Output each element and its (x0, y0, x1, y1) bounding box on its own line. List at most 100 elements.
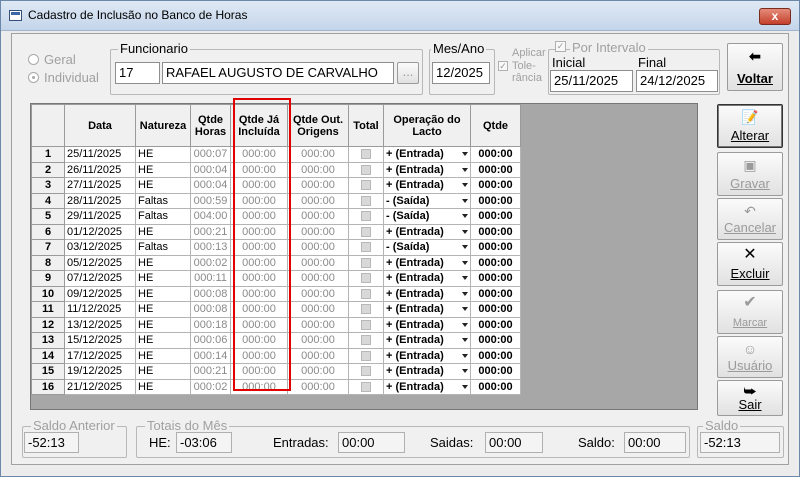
excluir-button[interactable]: ✕ Excluir (717, 242, 783, 286)
cell-qtde[interactable]: 000:00 (470, 223, 521, 240)
cell-qtde-horas[interactable]: 000:13 (190, 239, 231, 256)
cell-qtde-horas[interactable]: 000:08 (190, 285, 231, 302)
cell-qtde-out-origens[interactable]: 000:00 (287, 363, 349, 380)
chevron-down-icon[interactable] (462, 322, 468, 327)
cell-natureza[interactable]: HE (135, 347, 191, 364)
total-checkbox[interactable] (361, 257, 371, 268)
cell-natureza[interactable]: HE (135, 363, 191, 380)
chevron-down-icon[interactable] (462, 152, 468, 156)
cell-natureza[interactable]: HE (135, 285, 191, 302)
cell-qtde-out-origens[interactable]: 000:00 (287, 254, 349, 271)
cell-qtde[interactable]: 000:00 (470, 347, 521, 364)
cell-operacao-select[interactable]: + (Entrada) (383, 347, 471, 364)
chevron-down-icon[interactable] (462, 245, 468, 249)
cell-qtde-horas[interactable]: 000:04 (190, 161, 231, 178)
mes-ano-field[interactable]: 12/2025 (432, 62, 490, 84)
cell-qtde-out-origens[interactable]: 000:00 (287, 347, 349, 364)
intervalo-checkbox[interactable]: ✓ (555, 41, 566, 52)
total-checkbox[interactable] (361, 335, 371, 346)
alterar-button[interactable]: 📝 Alterar (717, 104, 783, 148)
cell-total-checkbox[interactable] (348, 161, 384, 178)
cell-natureza[interactable]: Faltas (135, 192, 191, 209)
cell-data[interactable]: 21/12/2025 (64, 378, 136, 395)
cell-qtde-out-origens[interactable]: 000:00 (287, 239, 349, 256)
cell-natureza[interactable]: HE (135, 332, 191, 349)
cell-qtde-horas[interactable]: 000:21 (190, 223, 231, 240)
cell-qtde[interactable]: 000:00 (470, 301, 521, 318)
cell-qtde[interactable]: 000:00 (470, 208, 521, 225)
cell-qtde[interactable]: 000:00 (470, 254, 521, 271)
cell-total-checkbox[interactable] (348, 285, 384, 302)
voltar-button[interactable]: ⬅ Voltar (727, 43, 783, 91)
cell-qtde-horas[interactable]: 000:06 (190, 332, 231, 349)
col-operacao-header[interactable]: Operação do Lacto (383, 104, 471, 147)
cell-total-checkbox[interactable] (348, 332, 384, 349)
cell-qtde-horas[interactable]: 000:14 (190, 347, 231, 364)
cell-qtde-out-origens[interactable]: 000:00 (287, 270, 349, 287)
chevron-down-icon[interactable] (462, 369, 468, 373)
cell-natureza[interactable]: Faltas (135, 239, 191, 256)
cell-qtde[interactable]: 000:00 (470, 161, 521, 178)
usuario-button[interactable]: ☺ Usuário (717, 336, 783, 378)
cell-data[interactable]: 01/12/2025 (64, 223, 136, 240)
cell-qtde-out-origens[interactable]: 000:00 (287, 378, 349, 395)
cell-total-checkbox[interactable] (348, 223, 384, 240)
cell-natureza[interactable]: HE (135, 146, 191, 163)
total-checkbox[interactable] (361, 288, 371, 299)
cell-operacao-select[interactable]: + (Entrada) (383, 177, 471, 194)
total-checkbox[interactable] (361, 226, 371, 237)
chevron-down-icon[interactable] (462, 214, 468, 218)
chevron-down-icon[interactable] (462, 229, 468, 234)
cell-total-checkbox[interactable] (348, 208, 384, 225)
cell-qtde-out-origens[interactable]: 000:00 (287, 316, 349, 333)
cell-qtde[interactable]: 000:00 (470, 177, 521, 194)
cell-qtde-horas[interactable]: 004:00 (190, 208, 231, 225)
total-checkbox[interactable] (361, 319, 371, 330)
cell-qtde-out-origens[interactable]: 000:00 (287, 177, 349, 194)
gravar-button[interactable]: ▣ Gravar (717, 152, 783, 196)
cell-natureza[interactable]: Faltas (135, 208, 191, 225)
cell-natureza[interactable]: HE (135, 270, 191, 287)
cell-qtde[interactable]: 000:00 (470, 316, 521, 333)
cell-operacao-select[interactable]: - (Saída) (383, 208, 471, 225)
chevron-down-icon[interactable] (462, 291, 468, 296)
cell-natureza[interactable]: HE (135, 223, 191, 240)
cell-operacao-select[interactable]: + (Entrada) (383, 223, 471, 240)
cell-qtde-out-origens[interactable]: 000:00 (287, 146, 349, 163)
cell-qtde-horas[interactable]: 000:02 (190, 254, 231, 271)
close-button[interactable]: x (759, 8, 791, 25)
cell-qtde[interactable]: 000:00 (470, 239, 521, 256)
col-natureza-header[interactable]: Natureza (135, 104, 191, 147)
col-total-header[interactable]: Total (348, 104, 384, 147)
cell-qtde-horas[interactable]: 000:59 (190, 192, 231, 209)
cell-natureza[interactable]: HE (135, 254, 191, 271)
cell-operacao-select[interactable]: + (Entrada) (383, 285, 471, 302)
cell-operacao-select[interactable]: + (Entrada) (383, 146, 471, 163)
cell-operacao-select[interactable]: + (Entrada) (383, 332, 471, 349)
cell-total-checkbox[interactable] (348, 347, 384, 364)
cell-data[interactable]: 27/11/2025 (64, 177, 136, 194)
chevron-down-icon[interactable] (462, 353, 468, 358)
cell-data[interactable]: 15/12/2025 (64, 332, 136, 349)
col-qtde-out-origens-header[interactable]: Qtde Out. Origens (287, 104, 349, 147)
cell-data[interactable]: 19/12/2025 (64, 363, 136, 380)
radio-geral-circle[interactable] (28, 54, 39, 65)
data-inicial-field[interactable]: 25/11/2025 (550, 70, 633, 92)
cell-data[interactable]: 25/11/2025 (64, 146, 136, 163)
cell-total-checkbox[interactable] (348, 270, 384, 287)
cell-natureza[interactable]: HE (135, 378, 191, 395)
funcionario-lookup-button[interactable]: ... (397, 62, 419, 84)
cell-total-checkbox[interactable] (348, 177, 384, 194)
chevron-down-icon[interactable] (462, 260, 468, 265)
cell-qtde[interactable]: 000:00 (470, 192, 521, 209)
cell-natureza[interactable]: HE (135, 316, 191, 333)
cell-qtde-horas[interactable]: 000:18 (190, 316, 231, 333)
cell-total-checkbox[interactable] (348, 192, 384, 209)
chevron-down-icon[interactable] (462, 276, 468, 280)
cell-total-checkbox[interactable] (348, 301, 384, 318)
chevron-down-icon[interactable] (462, 183, 468, 187)
cell-data[interactable]: 26/11/2025 (64, 161, 136, 178)
cell-qtde[interactable]: 000:00 (470, 146, 521, 163)
cell-qtde-out-origens[interactable]: 000:00 (287, 223, 349, 240)
cell-natureza[interactable]: HE (135, 301, 191, 318)
